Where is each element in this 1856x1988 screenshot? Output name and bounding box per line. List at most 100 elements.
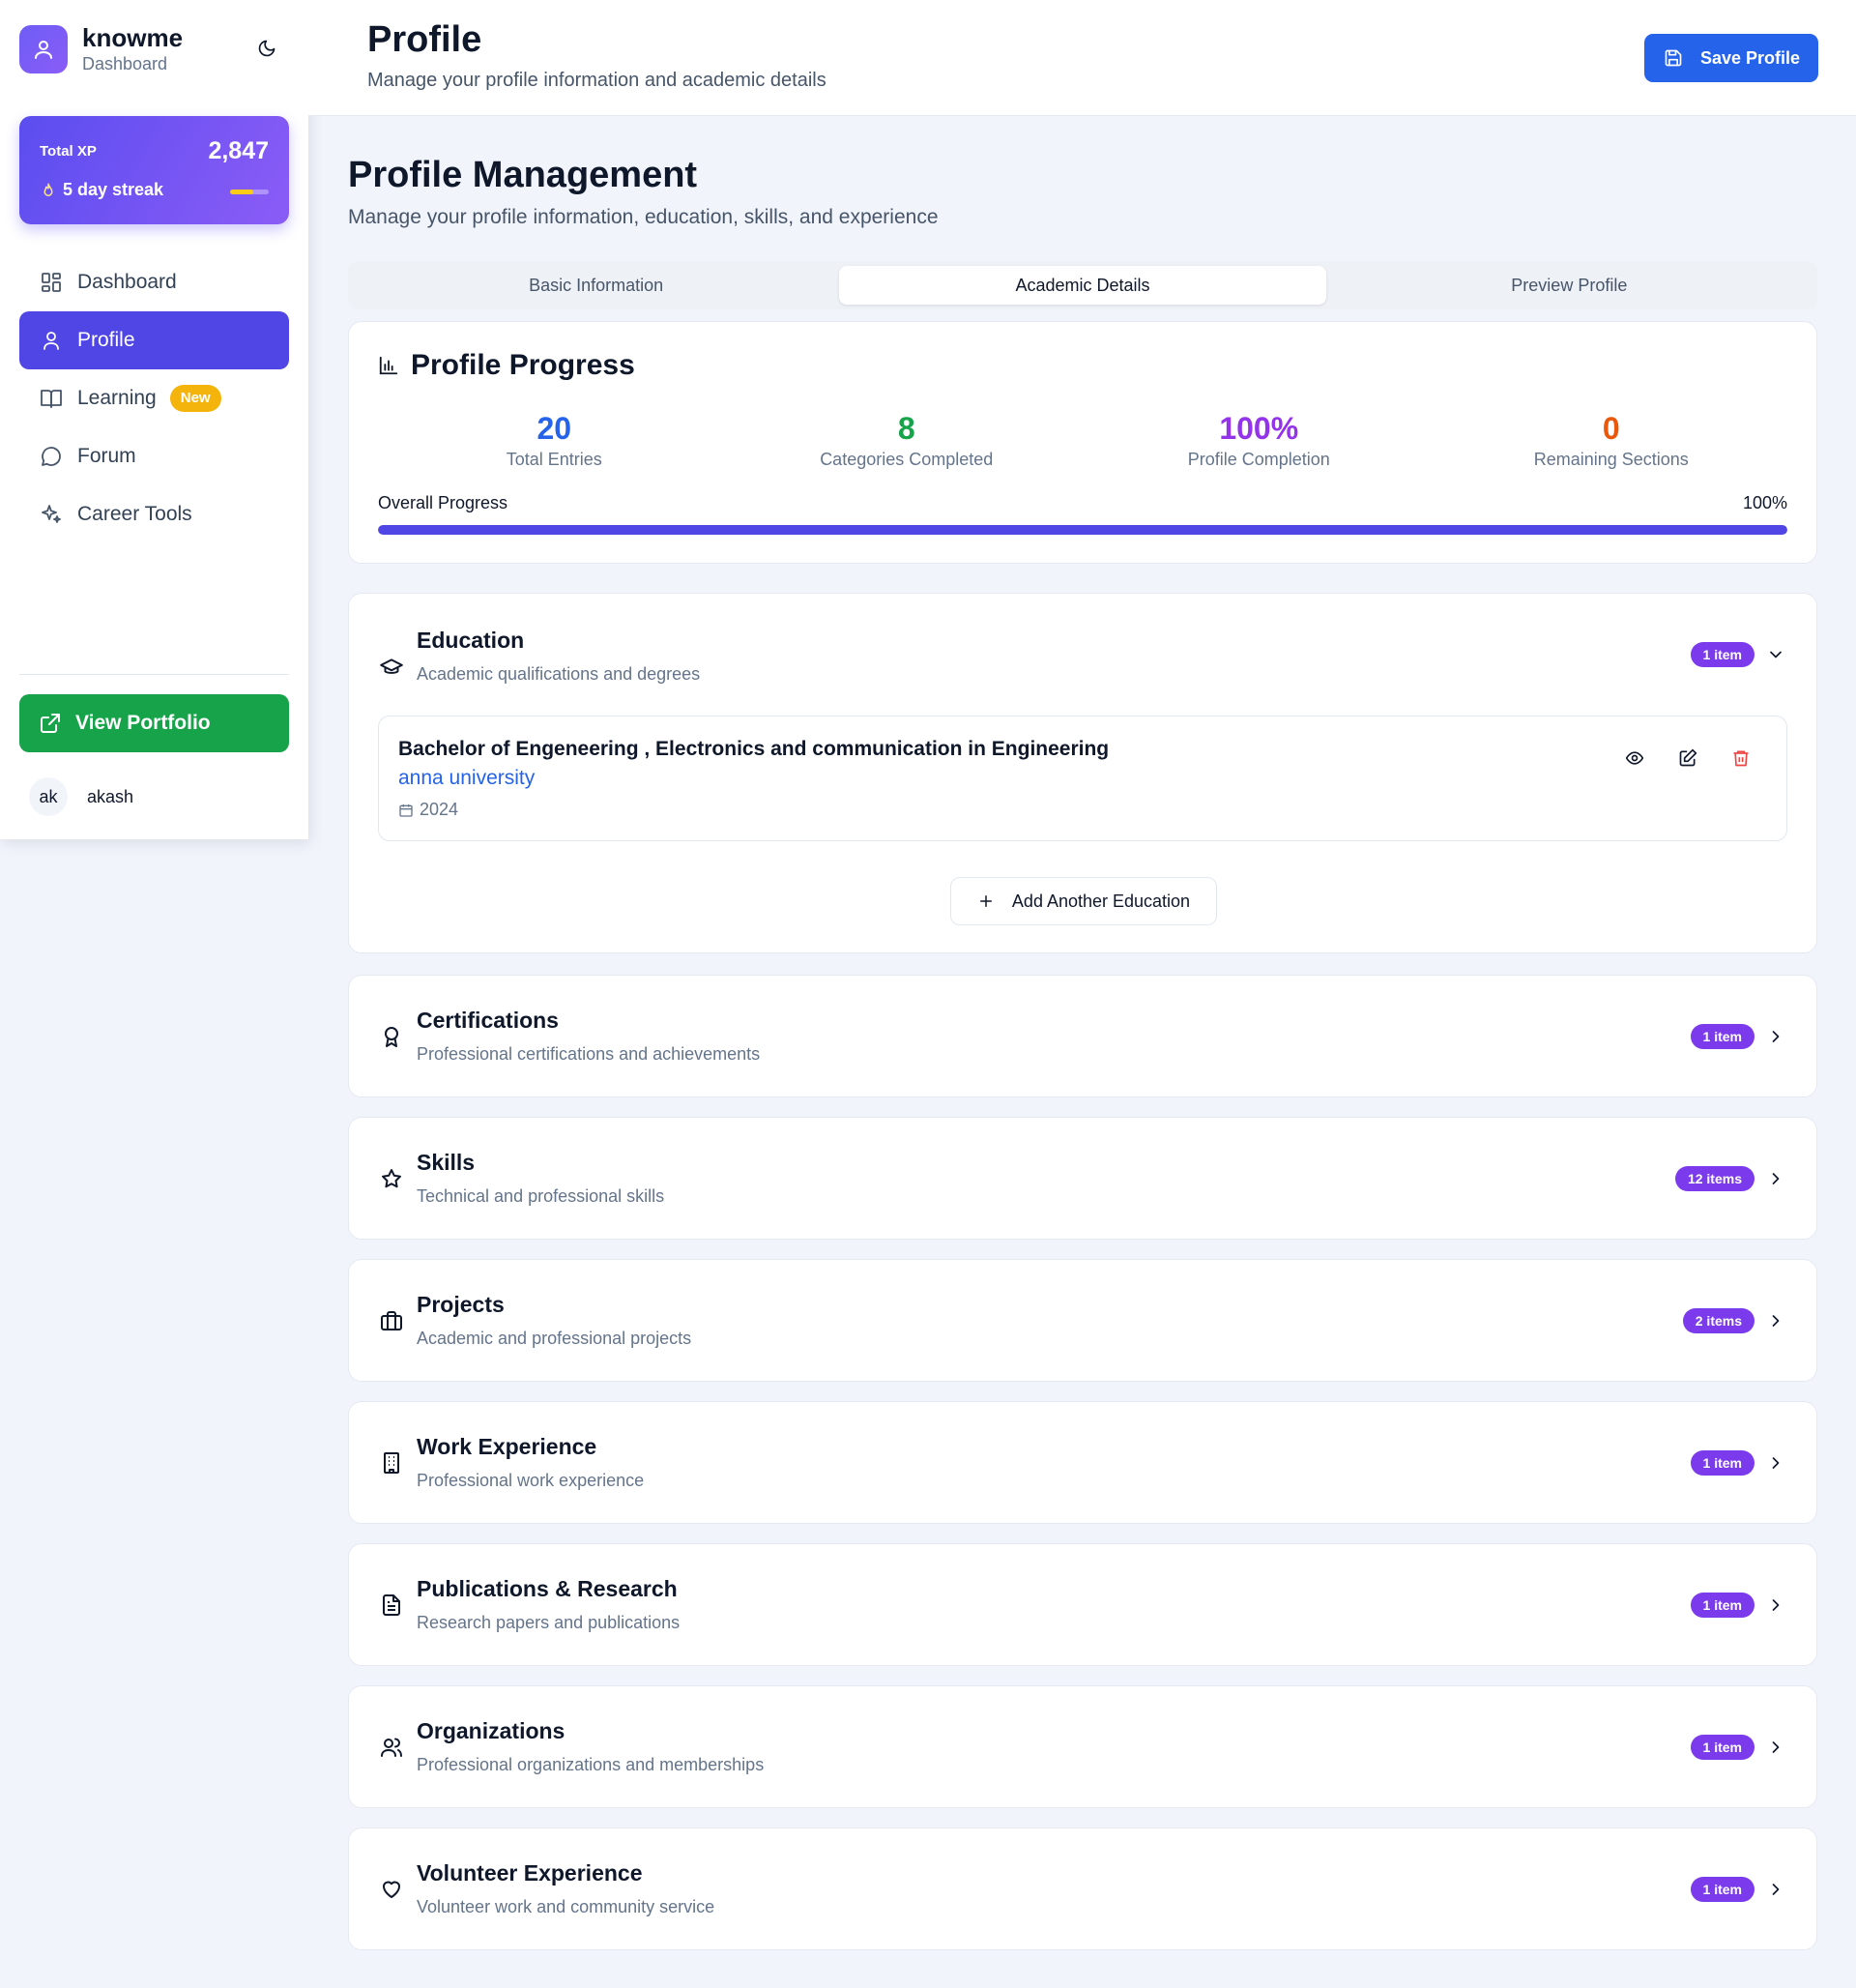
item-count-badge: 1 item bbox=[1690, 1877, 1754, 1902]
entry-institution: anna university bbox=[398, 767, 536, 789]
sidebar-item-label: Dashboard bbox=[77, 271, 177, 293]
flame-icon bbox=[40, 182, 57, 199]
profile-progress-title: Profile Progress bbox=[378, 349, 635, 382]
sidebar-item-profile[interactable]: Profile bbox=[19, 311, 289, 369]
section-title: Skills bbox=[417, 1150, 476, 1175]
trash-icon[interactable] bbox=[1728, 746, 1754, 771]
chevron-right-icon[interactable] bbox=[1764, 1309, 1787, 1332]
projects-section[interactable]: Projects Academic and professional proje… bbox=[348, 1259, 1817, 1382]
eye-icon[interactable] bbox=[1622, 746, 1647, 771]
section-description: Volunteer work and community service bbox=[417, 1897, 715, 1916]
stat-label: Total Entries bbox=[506, 450, 602, 469]
streak-label: 5 day streak bbox=[63, 180, 164, 199]
sparkles-icon bbox=[39, 502, 64, 527]
stat-value: 8 bbox=[897, 411, 915, 446]
work-experience-section[interactable]: Work Experience Professional work experi… bbox=[348, 1401, 1817, 1524]
header: Profile Manage your profile information … bbox=[308, 0, 1856, 116]
overall-progress-fill bbox=[378, 525, 1787, 535]
education-entry: Bachelor of Engeneering , Electronics an… bbox=[378, 716, 1787, 841]
overall-progress-percent: 100% bbox=[1742, 493, 1787, 512]
stat-value: 0 bbox=[1602, 411, 1620, 446]
bar-chart-icon bbox=[378, 355, 399, 376]
save-profile-button[interactable]: Save Profile bbox=[1644, 34, 1818, 82]
section-title: Education bbox=[417, 628, 525, 653]
user-profile[interactable]: ak akash bbox=[29, 777, 133, 816]
stat-total-entries: 20 Total Entries bbox=[378, 409, 731, 470]
chevron-right-icon[interactable] bbox=[1764, 1878, 1787, 1901]
streak: 5 day streak bbox=[40, 180, 163, 200]
section-title: Publications & Research bbox=[417, 1576, 678, 1601]
item-count-badge: 1 item bbox=[1690, 1450, 1754, 1476]
section-title: Projects bbox=[417, 1292, 505, 1317]
progress-stats: 20 Total Entries 8 Categories Completed … bbox=[378, 409, 1787, 470]
skills-section[interactable]: Skills Technical and professional skills… bbox=[348, 1117, 1817, 1240]
chevron-right-icon[interactable] bbox=[1764, 1451, 1787, 1475]
section-title: Volunteer Experience bbox=[417, 1860, 643, 1886]
briefcase-icon bbox=[378, 1307, 405, 1334]
entry-year: 2024 bbox=[398, 800, 458, 820]
sidebar-item-career-tools[interactable]: Career Tools bbox=[19, 485, 289, 543]
overall-progress-label: Overall Progress bbox=[378, 493, 508, 512]
avatar: ak bbox=[29, 777, 68, 816]
item-count-badge: 1 item bbox=[1690, 1024, 1754, 1049]
view-portfolio-button[interactable]: View Portfolio bbox=[19, 694, 289, 752]
chevron-right-icon[interactable] bbox=[1764, 1736, 1787, 1759]
entry-degree: Bachelor of Engeneering , Electronics an… bbox=[398, 738, 1110, 760]
item-count-badge: 1 item bbox=[1690, 1593, 1754, 1618]
tab-preview-profile[interactable]: Preview Profile bbox=[1326, 266, 1812, 305]
sidebar-item-label: Profile bbox=[77, 329, 135, 351]
certifications-section[interactable]: Certifications Professional certificatio… bbox=[348, 975, 1817, 1097]
save-profile-label: Save Profile bbox=[1700, 47, 1801, 68]
chevron-down-icon[interactable] bbox=[1764, 643, 1787, 666]
item-count-badge: 2 items bbox=[1682, 1308, 1754, 1333]
save-icon bbox=[1664, 48, 1683, 68]
tab-academic-details[interactable]: Academic Details bbox=[839, 266, 1326, 305]
sidebar-item-label: Learning bbox=[77, 387, 157, 409]
section-description: Research papers and publications bbox=[417, 1613, 681, 1632]
calendar-icon bbox=[398, 803, 414, 818]
section-description: Academic and professional projects bbox=[417, 1329, 692, 1348]
publications-section[interactable]: Publications & Research Research papers … bbox=[348, 1543, 1817, 1666]
entry-year-value: 2024 bbox=[420, 800, 459, 819]
new-badge: New bbox=[169, 385, 221, 412]
chevron-right-icon[interactable] bbox=[1764, 1025, 1787, 1048]
user-icon bbox=[39, 328, 64, 353]
stat-value: 100% bbox=[1219, 411, 1299, 446]
profile-progress-label: Profile Progress bbox=[411, 349, 635, 381]
item-count-badge: 1 item bbox=[1690, 642, 1754, 667]
page-subtitle: Manage your profile information, educati… bbox=[348, 206, 939, 228]
sidebar-item-dashboard[interactable]: Dashboard bbox=[19, 253, 289, 311]
users-icon bbox=[378, 1734, 405, 1761]
section-description: Professional certifications and achievem… bbox=[417, 1044, 761, 1064]
brand[interactable]: knowme Dashboard bbox=[19, 23, 183, 75]
add-education-button[interactable]: Add Another Education bbox=[950, 877, 1217, 925]
entry-actions bbox=[1594, 746, 1754, 771]
page-header-title: Profile bbox=[367, 19, 482, 60]
streak-progress bbox=[230, 190, 269, 194]
volunteer-experience-section[interactable]: Volunteer Experience Volunteer work and … bbox=[348, 1827, 1817, 1950]
chevron-right-icon[interactable] bbox=[1764, 1167, 1787, 1190]
building-icon bbox=[378, 1449, 405, 1476]
add-education-label: Add Another Education bbox=[1011, 891, 1191, 911]
page-title: Profile Management bbox=[348, 155, 698, 195]
item-count-badge: 1 item bbox=[1690, 1735, 1754, 1760]
grid-icon bbox=[39, 270, 64, 295]
brand-subtitle: Dashboard bbox=[82, 54, 168, 73]
sidebar-item-learning[interactable]: Learning New bbox=[19, 369, 289, 427]
chevron-right-icon[interactable] bbox=[1764, 1593, 1787, 1617]
stat-categories-completed: 8 Categories Completed bbox=[731, 409, 1084, 470]
moon-icon[interactable] bbox=[253, 35, 280, 62]
organizations-section[interactable]: Organizations Professional organizations… bbox=[348, 1685, 1817, 1808]
stat-profile-completion: 100% Profile Completion bbox=[1083, 409, 1436, 470]
education-section: Education Academic qualifications and de… bbox=[348, 593, 1817, 953]
tab-basic-information[interactable]: Basic Information bbox=[353, 266, 839, 305]
section-title: Organizations bbox=[417, 1718, 566, 1743]
brand-name: knowme bbox=[82, 23, 184, 52]
xp-label: Total XP bbox=[40, 143, 97, 160]
section-description: Professional organizations and membershi… bbox=[417, 1755, 765, 1774]
edit-icon[interactable] bbox=[1675, 746, 1700, 771]
view-portfolio-label: View Portfolio bbox=[75, 712, 211, 734]
sidebar-item-forum[interactable]: Forum bbox=[19, 427, 289, 485]
heart-icon bbox=[378, 1876, 405, 1903]
profile-tabs: Basic Information Academic Details Previ… bbox=[348, 261, 1817, 309]
